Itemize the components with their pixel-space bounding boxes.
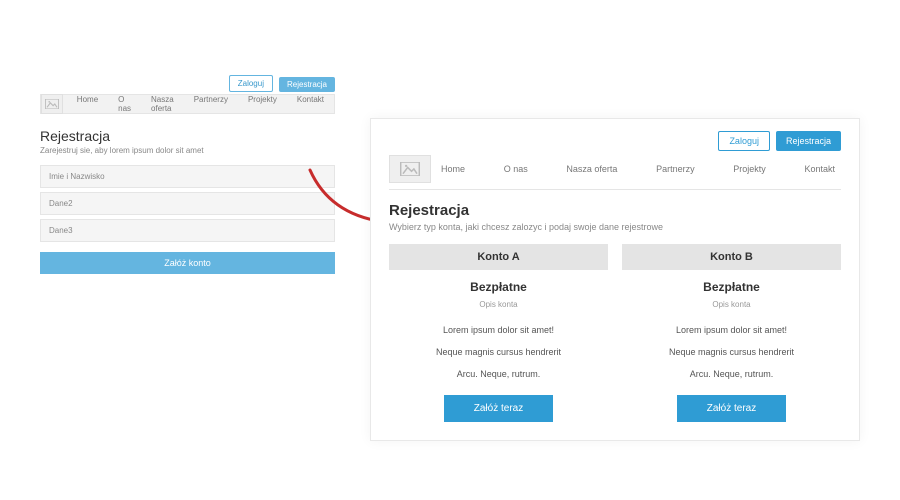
- nav-kontakt[interactable]: Kontakt: [287, 95, 334, 113]
- navbar: Home O nas Nasza oferta Partnerzy Projek…: [389, 155, 841, 190]
- nav-home[interactable]: Home: [441, 164, 465, 174]
- nav-partnerzy[interactable]: Partnerzy: [184, 95, 238, 113]
- plan-feature: Neque magnis cursus hendrerit: [389, 341, 608, 363]
- navbar: Home O nas Nasza oferta Partnerzy Projek…: [40, 94, 335, 114]
- plan-b: Konto B Bezpłatne Opis konta Lorem ipsum…: [622, 244, 841, 422]
- plan-price: Bezpłatne: [622, 270, 841, 300]
- page-subtitle: Zarejestruj sie, aby lorem ipsum dolor s…: [40, 146, 335, 155]
- page-title: Rejestracja: [389, 202, 841, 219]
- dane3-field[interactable]: Dane3: [40, 219, 335, 242]
- plans-container: Konto A Bezpłatne Opis konta Lorem ipsum…: [389, 244, 841, 422]
- plan-feature: Neque magnis cursus hendrerit: [622, 341, 841, 363]
- nav-partnerzy[interactable]: Partnerzy: [656, 164, 695, 174]
- mockup-before: Zaloguj Rejestracja Home O nas Nasza ofe…: [40, 75, 335, 274]
- plan-feature: Lorem ipsum dolor sit amet!: [622, 319, 841, 341]
- name-field[interactable]: Imie i Nazwisko: [40, 165, 335, 188]
- plan-price: Bezpłatne: [389, 270, 608, 300]
- register-button[interactable]: Rejestracja: [776, 131, 841, 151]
- register-button[interactable]: Rejestracja: [279, 77, 335, 92]
- topbar: Zaloguj Rejestracja: [40, 75, 335, 92]
- logo-placeholder-icon: [41, 94, 63, 114]
- plan-cta-button[interactable]: Załóż teraz: [677, 395, 786, 422]
- plan-feature: Arcu. Neque, rutrum.: [622, 363, 841, 385]
- nav-items: Home O nas Nasza oferta Partnerzy Projek…: [67, 95, 334, 113]
- login-button[interactable]: Zaloguj: [229, 75, 273, 92]
- page-title: Rejestracja: [40, 128, 335, 144]
- page-subtitle: Wybierz typ konta, jaki chcesz zalozyc i…: [389, 222, 841, 232]
- topbar: Zaloguj Rejestracja: [389, 131, 841, 151]
- logo-placeholder-icon: [389, 155, 431, 183]
- nav-oferta[interactable]: Nasza oferta: [141, 95, 184, 113]
- nav-onas[interactable]: O nas: [504, 164, 528, 174]
- plan-name: Konto A: [389, 244, 608, 270]
- plan-desc: Opis konta: [622, 300, 841, 319]
- nav-oferta[interactable]: Nasza oferta: [566, 164, 617, 174]
- plan-name: Konto B: [622, 244, 841, 270]
- submit-button[interactable]: Załóż konto: [40, 252, 335, 274]
- login-button[interactable]: Zaloguj: [718, 131, 770, 151]
- nav-items: Home O nas Nasza oferta Partnerzy Projek…: [441, 164, 841, 174]
- nav-home[interactable]: Home: [67, 95, 108, 113]
- nav-projekty[interactable]: Projekty: [238, 95, 287, 113]
- mockup-after: Zaloguj Rejestracja Home O nas Nasza ofe…: [370, 118, 860, 441]
- nav-kontakt[interactable]: Kontakt: [804, 164, 835, 174]
- plan-feature: Lorem ipsum dolor sit amet!: [389, 319, 608, 341]
- plan-desc: Opis konta: [389, 300, 608, 319]
- dane2-field[interactable]: Dane2: [40, 192, 335, 215]
- plan-cta-button[interactable]: Załóż teraz: [444, 395, 553, 422]
- plan-feature: Arcu. Neque, rutrum.: [389, 363, 608, 385]
- nav-onas[interactable]: O nas: [108, 95, 141, 113]
- plan-a: Konto A Bezpłatne Opis konta Lorem ipsum…: [389, 244, 608, 422]
- nav-projekty[interactable]: Projekty: [733, 164, 766, 174]
